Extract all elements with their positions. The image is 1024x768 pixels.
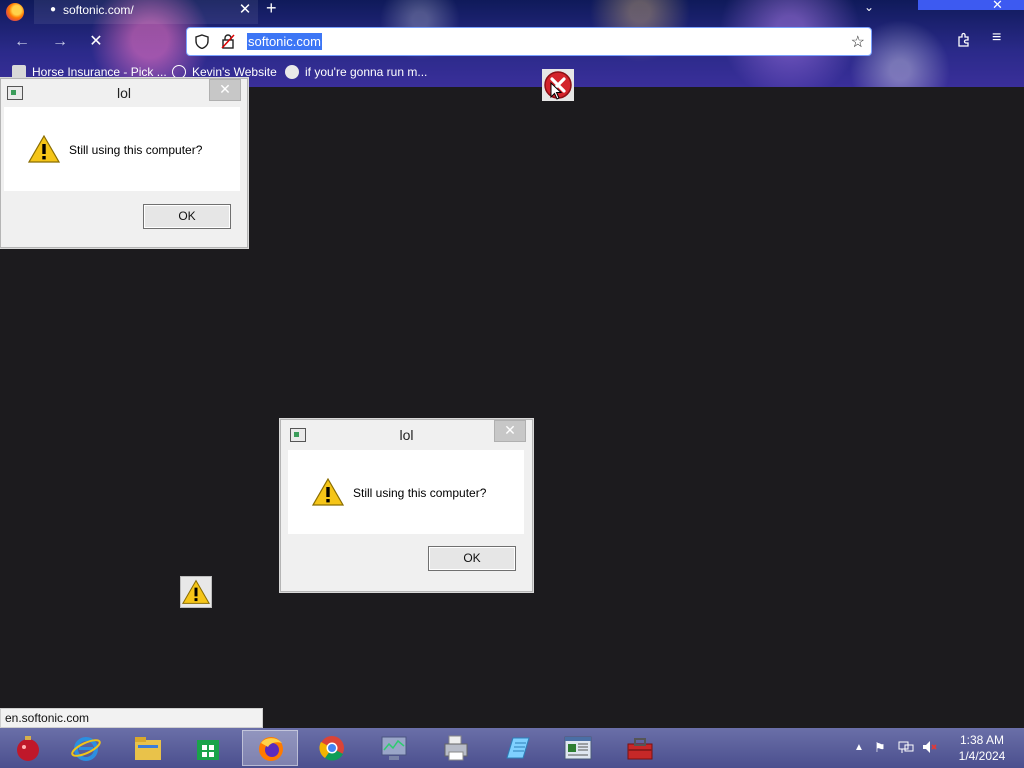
- dialog-message: Still using this computer?: [353, 486, 487, 500]
- clock-time: 1:38 AM: [959, 733, 1005, 747]
- taskbar-start[interactable]: [0, 730, 56, 766]
- network-icon[interactable]: [898, 740, 914, 754]
- bookmark-kevins-website[interactable]: Kevin's Website: [172, 65, 277, 79]
- start-ornament-icon: [17, 736, 39, 761]
- clock-date: 1/4/2024: [958, 749, 1006, 763]
- window-controls: [918, 0, 1024, 10]
- bookmark-label: Horse Insurance - Pick ...: [32, 65, 167, 79]
- firefox-icon: [259, 737, 283, 761]
- list-all-tabs-icon[interactable]: ⌄: [864, 0, 874, 14]
- system-tray: ▲ ⚑ 1:38 AM 1/4/2024: [850, 728, 1024, 768]
- tracking-shield-icon[interactable]: [195, 34, 209, 49]
- taskbar-internet-explorer[interactable]: [58, 730, 114, 766]
- globe-icon: [172, 65, 186, 79]
- dialog-body: Still using this computer?: [288, 450, 524, 534]
- internet-explorer-icon: [71, 737, 101, 761]
- news-window-icon: [564, 736, 592, 760]
- firefox-logo-icon[interactable]: [6, 3, 24, 21]
- ok-button[interactable]: OK: [143, 204, 231, 229]
- tab-close-icon[interactable]: ✕: [236, 0, 254, 18]
- show-hidden-icons-icon[interactable]: ▲: [854, 742, 864, 753]
- message-dialog: lol ✕ Still using this computer? OK: [0, 78, 248, 248]
- navigation-toolbar: ← → ✕ softonic.com ☆ ≡: [0, 24, 1024, 60]
- browser-chrome: ● softonic.com/ ✕ + ⌄ ✕ ← → ✕ softonic.c…: [0, 0, 1024, 87]
- dialog-message: Still using this computer?: [69, 143, 203, 157]
- taskbar-printer[interactable]: [428, 730, 484, 766]
- dialog-titlebar[interactable]: lol ✕: [1, 79, 247, 109]
- bookmark-horse-insurance[interactable]: Horse Insurance - Pick ...: [12, 65, 167, 79]
- hamburger-menu-icon[interactable]: ≡: [992, 29, 1001, 47]
- stop-button[interactable]: ✕: [84, 30, 108, 54]
- chrome-icon: [319, 736, 344, 761]
- taskbar-chrome[interactable]: [304, 730, 360, 766]
- error-icon[interactable]: [542, 69, 574, 101]
- bookmark-label: if you're gonna run m...: [305, 65, 428, 79]
- file-explorer-icon: [135, 737, 161, 760]
- stray-warning-box[interactable]: [180, 576, 212, 608]
- taskbar-file-explorer[interactable]: [120, 730, 176, 766]
- window-close-button[interactable]: ✕: [992, 0, 1003, 13]
- taskbar-news-window[interactable]: [550, 730, 606, 766]
- message-dialog: lol ✕ Still using this computer? OK: [280, 419, 533, 592]
- notepad-icon: [506, 737, 530, 759]
- dialog-body: Still using this computer?: [4, 107, 240, 191]
- bookmark-gonna-run[interactable]: if you're gonna run m...: [285, 65, 427, 79]
- taskbar-notepad[interactable]: [490, 730, 546, 766]
- forward-button[interactable]: →: [48, 30, 72, 54]
- clock[interactable]: 1:38 AM 1/4/2024: [952, 732, 1012, 764]
- tab-loading-dot: ●: [50, 4, 57, 15]
- action-center-flag-icon[interactable]: ⚑: [874, 740, 886, 756]
- taskbar: ▲ ⚑ 1:38 AM 1/4/2024: [0, 728, 1024, 768]
- volume-muted-icon[interactable]: [922, 740, 938, 754]
- warning-icon: [182, 579, 210, 604]
- task-manager-icon: [381, 736, 407, 760]
- new-tab-button[interactable]: +: [266, 0, 277, 19]
- extensions-icon[interactable]: [956, 32, 972, 48]
- address-bar[interactable]: softonic.com ☆: [186, 27, 872, 56]
- warning-icon: [312, 478, 344, 506]
- tab-softonic[interactable]: ● softonic.com/ ✕: [34, 0, 258, 24]
- page-icon: [12, 65, 26, 79]
- insecure-lock-icon[interactable]: [221, 34, 235, 49]
- taskbar-toolbox[interactable]: [612, 730, 668, 766]
- dialog-close-button[interactable]: ✕: [494, 420, 526, 442]
- link-status-bar: en.softonic.com: [0, 708, 263, 728]
- taskbar-firefox[interactable]: [242, 730, 298, 766]
- store-icon: [197, 740, 219, 760]
- bookmark-label: Kevin's Website: [192, 65, 277, 79]
- url-text[interactable]: softonic.com: [247, 33, 322, 50]
- warning-icon: [28, 135, 60, 163]
- dialog-titlebar[interactable]: lol ✕: [281, 420, 532, 450]
- ok-button[interactable]: OK: [428, 546, 516, 571]
- dialog-close-button[interactable]: ✕: [209, 79, 241, 101]
- cat-face-icon: [285, 65, 299, 79]
- printer-icon: [444, 735, 468, 761]
- back-button[interactable]: ←: [10, 30, 34, 54]
- toolbox-icon: [627, 738, 653, 760]
- tab-strip: ● softonic.com/ ✕ + ⌄ ✕: [0, 0, 1024, 24]
- taskbar-store[interactable]: [180, 730, 236, 766]
- taskbar-task-manager[interactable]: [366, 730, 422, 766]
- tab-title: softonic.com/: [63, 3, 134, 17]
- bookmark-star-icon[interactable]: ☆: [851, 32, 865, 52]
